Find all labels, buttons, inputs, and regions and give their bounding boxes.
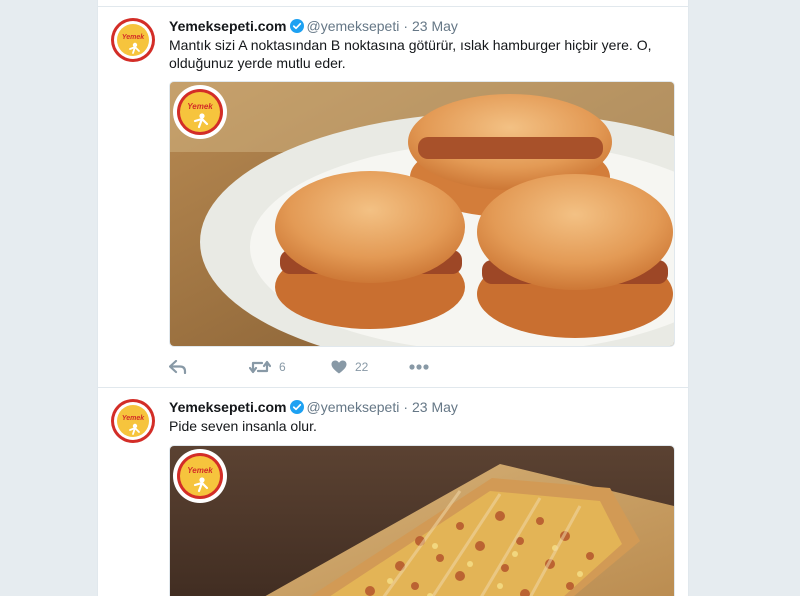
timeline: Yemek Yemeksepeti.com @yemeksepeti · 23 May… bbox=[97, 0, 689, 596]
verified-badge-icon bbox=[289, 400, 304, 418]
heart-icon bbox=[331, 360, 347, 374]
user-handle[interactable]: @yemeksepeti bbox=[307, 18, 400, 34]
svg-text:Yemek: Yemek bbox=[122, 34, 145, 41]
like-button[interactable]: 22 bbox=[331, 356, 368, 378]
svg-text:Yemek: Yemek bbox=[122, 415, 145, 422]
tweet-photo[interactable]: Yemek bbox=[169, 445, 675, 596]
separator: · bbox=[403, 399, 408, 415]
tweet-actions: 6 22 bbox=[169, 356, 489, 378]
tweet[interactable]: Yemek Yemeksepeti.com @yemeksepeti · 23 May… bbox=[98, 388, 688, 596]
avatar[interactable]: Yemek bbox=[110, 17, 156, 63]
tweet-header: Yemeksepeti.com @yemeksepeti · 23 May bbox=[169, 17, 458, 35]
svg-text:Yemek: Yemek bbox=[187, 466, 213, 475]
tweet-text: Pide seven insanla olur. bbox=[169, 418, 317, 434]
retweet-count: 6 bbox=[279, 360, 286, 374]
tweet-date[interactable]: 23 May bbox=[412, 18, 458, 34]
tweet-text: Mantık sizi A noktasından B noktasına gö… bbox=[169, 37, 652, 71]
brand-logo-overlay: Yemek bbox=[172, 448, 228, 504]
display-name[interactable]: Yemeksepeti.com bbox=[169, 18, 287, 34]
avatar[interactable]: Yemek bbox=[110, 398, 156, 444]
tweet-date[interactable]: 23 May bbox=[412, 399, 458, 415]
tweet[interactable]: Yemek Yemeksepeti.com @yemeksepeti · 23 May… bbox=[98, 7, 688, 388]
more-icon bbox=[409, 364, 429, 370]
user-handle[interactable]: @yemeksepeti bbox=[307, 399, 400, 415]
display-name[interactable]: Yemeksepeti.com bbox=[169, 399, 287, 415]
retweet-button[interactable]: 6 bbox=[249, 356, 286, 378]
like-count: 22 bbox=[355, 360, 369, 374]
tweet-photo[interactable]: Yemek bbox=[169, 81, 675, 347]
reply-button[interactable] bbox=[169, 356, 187, 378]
more-button[interactable] bbox=[409, 356, 429, 378]
retweet-icon bbox=[249, 360, 271, 374]
separator: · bbox=[403, 18, 408, 34]
reply-icon bbox=[169, 360, 187, 374]
svg-text:Yemek: Yemek bbox=[187, 102, 213, 111]
verified-badge-icon bbox=[289, 19, 304, 37]
tweet-header: Yemeksepeti.com @yemeksepeti · 23 May bbox=[169, 398, 458, 416]
brand-logo-overlay: Yemek bbox=[172, 84, 228, 140]
